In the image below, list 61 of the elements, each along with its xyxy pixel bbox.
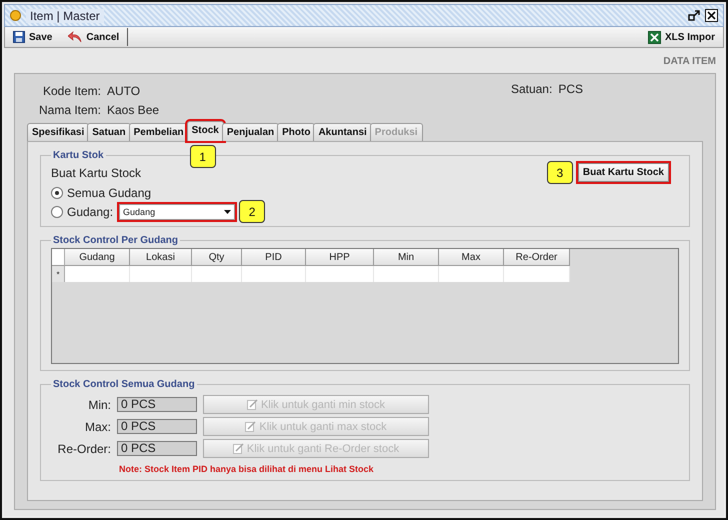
table-cell[interactable] (65, 266, 130, 282)
table-cell[interactable] (306, 266, 374, 282)
table-cell[interactable] (374, 266, 439, 282)
field-value: PCS (558, 82, 583, 98)
close-icon[interactable] (705, 9, 718, 22)
radio-button[interactable] (51, 206, 63, 218)
app-icon (10, 10, 21, 21)
column-header[interactable]: HPP (306, 249, 374, 266)
column-header[interactable]: Gudang (65, 249, 130, 266)
restore-icon[interactable] (688, 10, 700, 22)
group-title: Kartu Stok (52, 150, 105, 161)
warehouse-dropdown[interactable]: Gudang (119, 204, 236, 220)
callout-number-badge: 3 (546, 161, 573, 184)
column-header[interactable]: PID (242, 249, 306, 266)
field-label: Max: (84, 420, 111, 434)
field-label: Satuan: (510, 82, 552, 98)
table-cell[interactable] (504, 266, 570, 282)
field-value: Kaos Bee (107, 103, 160, 117)
tab[interactable]: Spesifikasi (27, 123, 90, 141)
toolbar-button[interactable]: Save (5, 28, 60, 46)
field-label: Nama Item: (38, 103, 101, 117)
callout-number-badge: 1 (190, 145, 216, 168)
group-title: Stock Control Per Gudang (52, 235, 180, 246)
table-cell[interactable] (439, 266, 504, 282)
window-title: Item | Master (26, 8, 104, 22)
radio-label[interactable]: Semua Gudang (67, 186, 152, 200)
field-label: Re-Order: (56, 442, 111, 456)
tab[interactable]: Penjualan (222, 123, 280, 141)
toolbar-button[interactable]: Cancel (60, 28, 128, 46)
row-marker: * (52, 266, 65, 282)
corner-header-cell[interactable] (52, 249, 65, 266)
group-title: Stock Control Semua Gudang (52, 379, 196, 390)
column-header[interactable]: Re-Order (504, 249, 570, 266)
table-cell[interactable] (130, 266, 192, 282)
create-stock-card-button[interactable]: Buat Kartu Stock (578, 163, 669, 182)
column-header[interactable]: Min (374, 249, 439, 266)
note-text: Note: Stock Item PID hanya bisa dilihat di menu Lihat Stock (119, 464, 375, 474)
column-header[interactable]: Qty (192, 249, 242, 266)
tab[interactable]: Satuan (87, 123, 131, 141)
field-value: AUTO (107, 84, 140, 98)
field-label: Kode Item: (42, 84, 101, 98)
table-cell[interactable] (192, 266, 242, 282)
toolbar-button[interactable]: XLS Impor (640, 28, 723, 46)
tab[interactable]: Stock (186, 121, 224, 141)
column-header[interactable]: Max (439, 249, 504, 266)
table-cell[interactable] (242, 266, 306, 282)
tab[interactable]: Akuntansi (313, 123, 372, 141)
callout-number-badge: 2 (239, 200, 266, 223)
radio-label[interactable]: Gudang: (67, 205, 114, 219)
tab[interactable]: Photo (277, 123, 316, 141)
column-header[interactable]: Lokasi (130, 249, 192, 266)
spreadsheet-icon (648, 30, 661, 44)
caption-text: Buat Kartu Stock (51, 166, 142, 180)
undo-arrow-icon (68, 31, 82, 43)
pencil-icon (245, 421, 256, 432)
caret-icon (224, 210, 232, 214)
pencil-icon (232, 443, 244, 454)
section-title: DATA ITEM (663, 56, 716, 67)
radio-button[interactable] (51, 187, 63, 199)
field-label: Min: (87, 398, 111, 412)
pencil-icon (246, 399, 258, 410)
